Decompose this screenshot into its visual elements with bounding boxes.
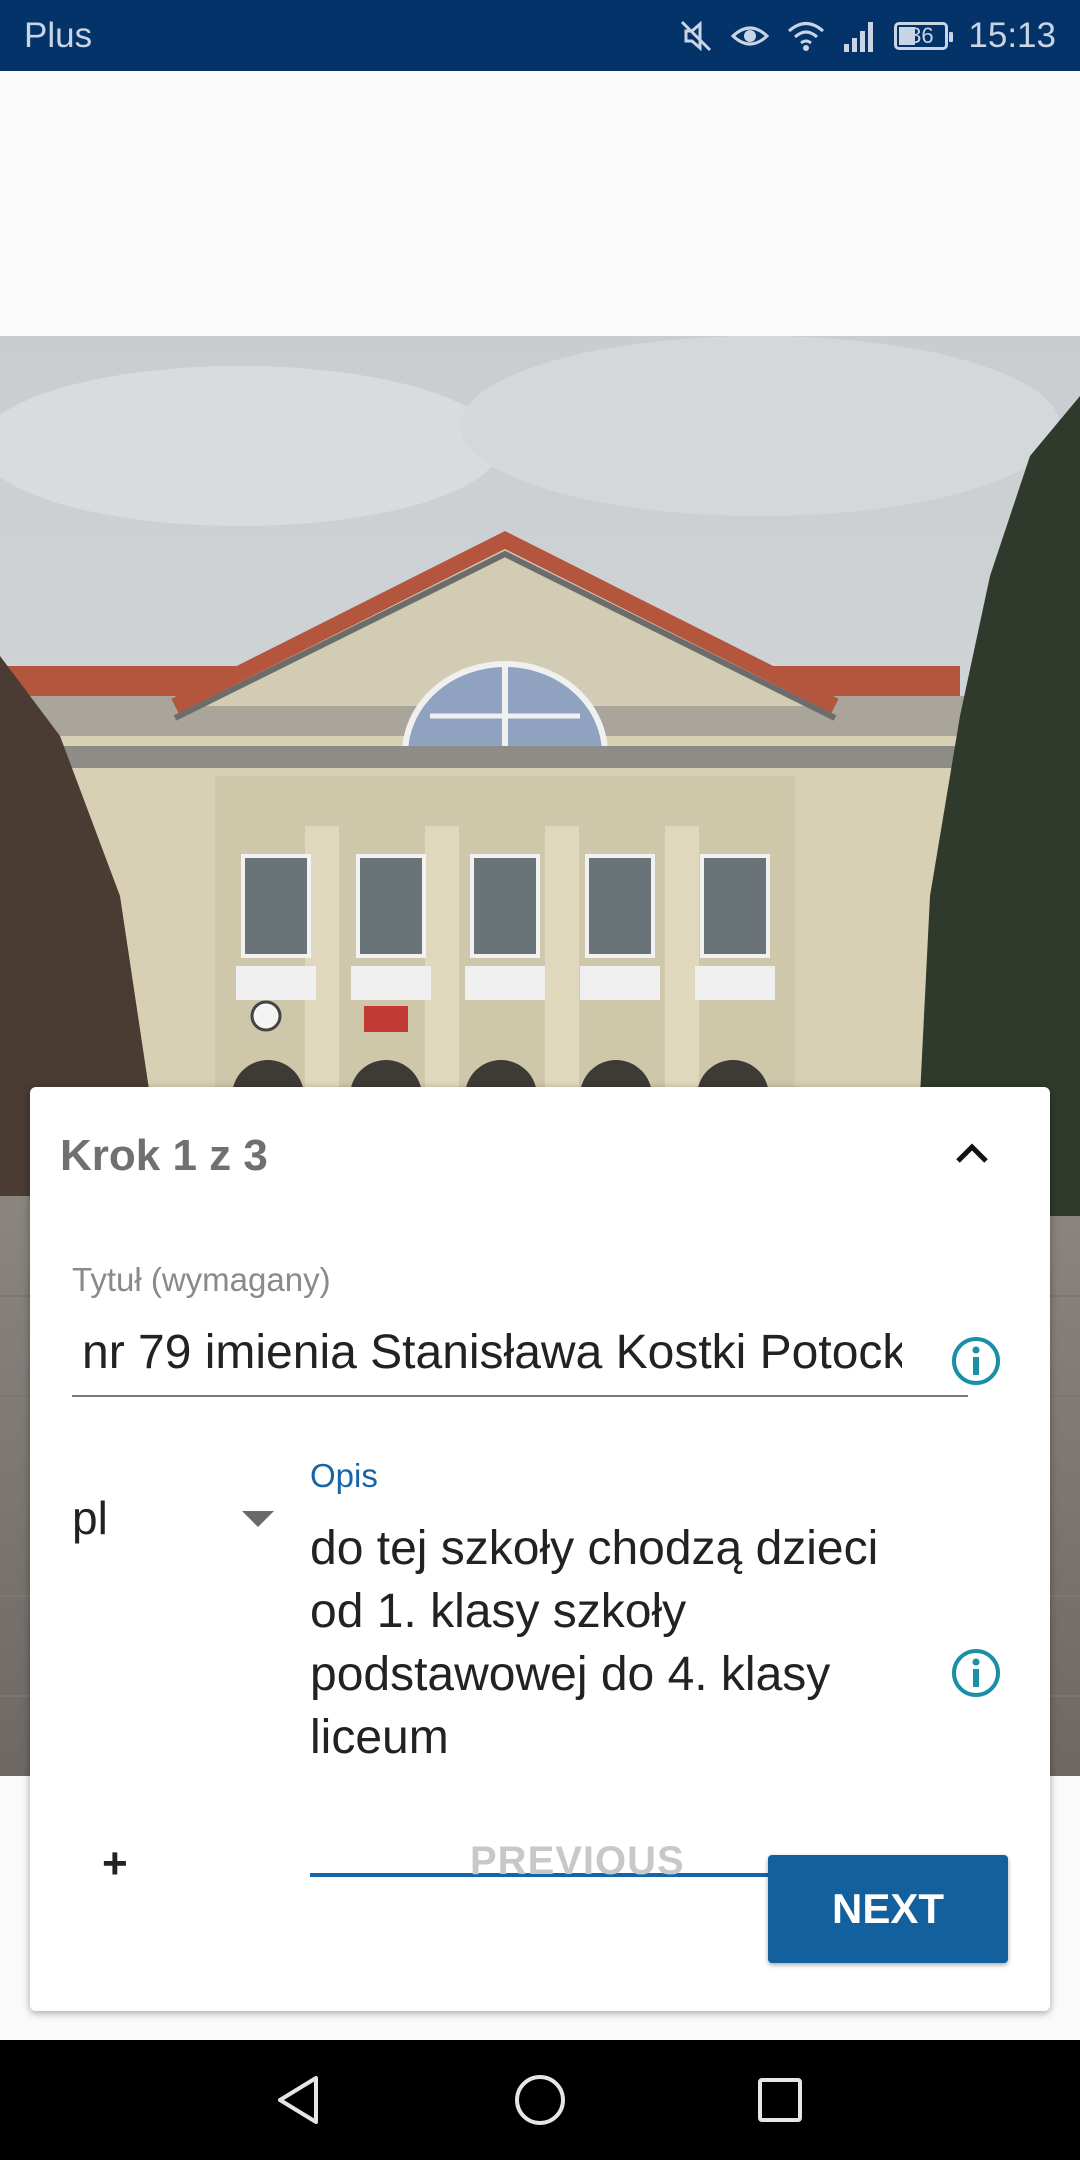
upload-wizard-card: Krok 1 z 3 Tytuł (wymagany) nr 79 imieni… [30,1087,1050,2011]
signal-icon [844,22,874,52]
step-title: Krok 1 z 3 [60,1131,268,1180]
info-icon [952,1649,1000,1697]
recents-icon [758,2078,802,2122]
back-button[interactable] [270,2070,330,2130]
title-info-icon[interactable] [950,1335,1002,1387]
description-input[interactable]: do tej szkoły chodzą dzieci od 1. klasy … [310,1507,968,1877]
next-button[interactable]: NEXT [768,1855,1008,1963]
dropdown-arrow-icon [242,1511,274,1527]
chevron-up-icon [956,1143,988,1163]
description-info-icon[interactable] [950,1647,1002,1699]
carrier-label: Plus [24,16,93,55]
status-icons: 36 15:13 [678,12,1056,60]
info-icon [952,1337,1000,1385]
battery-level: 36 [909,23,934,48]
back-icon [278,2076,318,2124]
description-input-value: do tej szkoły chodzą dzieci od 1. klasy … [310,1522,879,1764]
title-input[interactable]: nr 79 imienia Stanisława Kostki Potocki [72,1313,968,1397]
clock: 15:13 [968,16,1056,55]
home-icon [515,2075,565,2125]
previous-button[interactable]: PREVIOUS [470,1839,685,1884]
mute-icon [681,20,712,52]
recents-button[interactable] [750,2070,810,2130]
description-field-label: Opis [310,1457,378,1494]
battery-icon: 36 [894,22,954,50]
title-input-value: nr 79 imienia Stanisława Kostki Potocki [82,1326,902,1379]
navigation-bar [0,2040,1080,2160]
status-bar: Plus 36 15:13 [0,0,1080,71]
eye-icon [731,26,770,46]
language-select[interactable]: pl [72,1481,274,1551]
language-value: pl [72,1492,108,1544]
title-field-label: Tytuł (wymagany) [72,1261,331,1298]
home-button[interactable] [510,2070,570,2130]
add-description-button[interactable]: + [102,1839,162,1899]
collapse-button[interactable] [948,1129,996,1177]
wifi-icon [788,22,825,51]
